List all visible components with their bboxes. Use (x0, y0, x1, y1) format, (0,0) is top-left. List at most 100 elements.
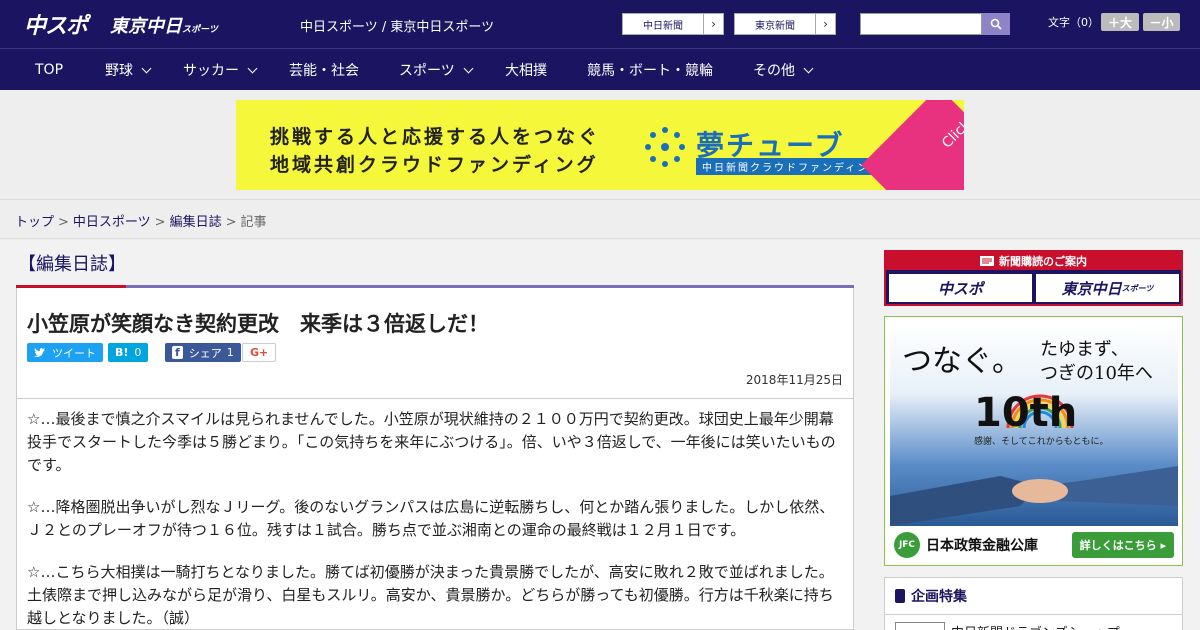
yume-tube-banner[interactable]: 挑戦する人と応援する人をつなぐ 地域共創クラウドファンディング 夢チューブ 中日… (236, 100, 964, 190)
nav-item-label: サッカー (183, 63, 239, 79)
search-input[interactable] (860, 13, 982, 35)
search-button[interactable] (982, 13, 1010, 35)
chevron-right-icon: › (703, 14, 723, 34)
subscription-box: 新聞購読のご案内 中スポ 東京中日 スポーツ (884, 250, 1183, 306)
subscription-heading: 新聞購読のご案内 (886, 252, 1181, 270)
font-smaller-button[interactable]: －小 (1143, 13, 1180, 31)
chunichi-shimbun-link-label: 中日新聞 (643, 20, 683, 32)
jfc-ad-image: つなぐ。 たゆまず、 つぎの10年へ 10th 感謝、そしてこれからもともに。 (890, 322, 1178, 526)
chuspo-logo[interactable]: 中スポ (24, 8, 88, 40)
breadcrumb-current: 記事 (240, 215, 267, 230)
section-title: 【編集日誌】 (18, 254, 126, 275)
subscribe-chuspo-link[interactable]: 中スポ (889, 274, 1032, 302)
feature-title: 企画特集 (895, 586, 967, 606)
facebook-icon: f (172, 346, 183, 359)
feature-thumbnail[interactable] (895, 622, 945, 630)
subscribe-tokyo-chunichi-small: スポーツ (1121, 283, 1154, 293)
ribbon-icon (895, 589, 905, 603)
ad-footer: JFC 日本政策金融公庫 詳しくはこちら ▸ (890, 529, 1178, 561)
twitter-icon (34, 347, 45, 357)
nav-item-sumo[interactable]: 大相撲 (505, 49, 547, 91)
main-nav: TOP 野球 サッカー 芸能・社会 スポーツ 大相撲 競馬・ボート・競輪 その他 (0, 48, 1200, 90)
nav-item-label: 大相撲 (505, 63, 547, 79)
hatena-count: 0 (134, 346, 142, 359)
breadcrumb-separator: > (58, 215, 69, 230)
feature-box: 企画特集 中日新聞ドラゴンズショップ (884, 577, 1183, 630)
article-title: 小笠原が笑顔なき契約更改 来季は３倍返しだ！ (27, 312, 489, 336)
ad-headline: つなぐ。 (902, 344, 1022, 379)
feature-item[interactable]: 中日新聞ドラゴンズショップ (951, 622, 1120, 630)
banner-line1: 挑戦する人と応援する人をつなぐ (270, 126, 601, 148)
tokyo-shimbun-link[interactable]: 東京新聞 › (734, 13, 836, 35)
breadcrumb: トップ > 中日スポーツ > 編集日誌 > 記事 (0, 201, 1200, 239)
ad-subline: たゆまず、つぎの10年へ (1040, 338, 1153, 386)
site-names: 中日スポーツ / 東京中日スポーツ (300, 20, 495, 35)
article-paragraph: ☆…最後まで慎之介スマイルは見られませんでした。小笠原が現状維持の２１００万円で… (27, 410, 836, 474)
nav-item-label: 芸能・社会 (289, 63, 359, 79)
hatena-icon: B! (115, 346, 129, 359)
ad-subline2: つぎの10年へ (1040, 363, 1153, 384)
breadcrumb-separator: > (225, 215, 237, 230)
subscription-heading-text: 新聞購読のご案内 (999, 255, 1087, 268)
banner-sub: 中日新聞クラウドファンディング (696, 158, 888, 175)
breadcrumb-separator: > (154, 215, 166, 230)
breadcrumb-editorial[interactable]: 編集日誌 (170, 215, 222, 230)
tokyo-shimbun-link-label: 東京新聞 (755, 20, 795, 32)
facebook-share-button[interactable]: f シェア 1 (165, 343, 241, 362)
nav-item-top[interactable]: TOP (35, 49, 63, 91)
chevron-down-icon (247, 63, 258, 73)
nav-item-baseball[interactable]: 野球 (105, 49, 152, 91)
nav-item-sports[interactable]: スポーツ (399, 49, 474, 91)
tweet-label: ツイート (52, 346, 96, 360)
nav-item-label: TOP (35, 62, 64, 78)
tokyo-chunichi-logo-small: スポーツ (182, 25, 218, 35)
breadcrumb-top[interactable]: トップ (15, 215, 54, 230)
site-header: 中スポ 東京中日スポーツ 中日スポーツ / 東京中日スポーツ 中日新聞 › 東京… (0, 0, 1200, 48)
tokyo-chunichi-logo-text: 東京中日 (110, 16, 182, 37)
facebook-count: 1 (226, 346, 234, 359)
subscribe-tokyo-chunichi-link[interactable]: 東京中日 スポーツ (1036, 274, 1179, 302)
banner-area: 挑戦する人と応援する人をつなぐ 地域共創クラウドファンディング 夢チューブ 中日… (0, 90, 1200, 200)
tweet-button[interactable]: ツイート (27, 343, 103, 362)
font-larger-button[interactable]: ＋大 (1101, 13, 1139, 31)
font-size-label: 文字（0） (1048, 16, 1099, 29)
ad-subline1: たゆまず、 (1040, 339, 1129, 360)
ad-company-name: 日本政策金融公庫 (926, 538, 1038, 554)
nav-item-racing[interactable]: 競馬・ボート・競輪 (587, 49, 713, 91)
banner-click-label: Click! (939, 112, 964, 152)
jfc-logo-icon: JFC (894, 532, 920, 558)
nav-item-label: スポーツ (399, 63, 455, 79)
handshake-icon (890, 466, 1178, 526)
nav-item-label: その他 (753, 63, 795, 79)
nav-item-soccer[interactable]: サッカー (183, 49, 258, 91)
chevron-down-icon (141, 63, 152, 73)
chunichi-shimbun-link[interactable]: 中日新聞 › (622, 13, 724, 35)
google-plus-button[interactable]: G+ (242, 343, 277, 362)
article-paragraph: ☆…降格圏脱出争いがし烈なＪリーグ。後のないグランパスは広島に逆転勝ちし、何とか… (27, 498, 835, 539)
article: 小笠原が笑顔なき契約更改 来季は３倍返しだ！ ツイート B! 0 f シェア 1… (16, 288, 854, 630)
nav-item-label: 競馬・ボート・競輪 (587, 63, 713, 79)
nav-item-label: 野球 (105, 63, 133, 79)
feature-divider (885, 614, 1182, 615)
search-icon (990, 18, 1002, 30)
chevron-down-icon (463, 63, 474, 73)
chevron-right-icon: › (815, 14, 835, 34)
nav-item-entertainment[interactable]: 芸能・社会 (289, 49, 359, 91)
ad-more-button[interactable]: 詳しくはこちら ▸ (1071, 532, 1174, 558)
banner-click-corner: Click! (861, 100, 964, 190)
feature-title-text: 企画特集 (911, 589, 967, 605)
breadcrumb-chuspo[interactable]: 中日スポーツ (73, 215, 151, 230)
newspaper-icon (980, 256, 994, 266)
ad-tenth: 10th (974, 390, 1078, 436)
tokyo-chunichi-logo[interactable]: 東京中日スポーツ (110, 12, 218, 38)
banner-line2: 地域共創クラウドファンディング (270, 154, 599, 176)
chevron-down-icon (803, 63, 814, 73)
subscribe-tokyo-chunichi-text: 東京中日 (1061, 279, 1122, 298)
article-paragraph: ☆…こちら大相撲は一騎打ちとなりました。勝てば初優勝が決まった貴景勝でしたが、高… (27, 563, 834, 627)
facebook-label: シェア (188, 346, 222, 360)
nav-item-other[interactable]: その他 (753, 49, 814, 91)
jfc-ad[interactable]: つなぐ。 たゆまず、 つぎの10年へ 10th 感謝、そしてこれからもともに。 J… (884, 316, 1183, 566)
hatena-bookmark-button[interactable]: B! 0 (108, 343, 149, 362)
article-divider (17, 398, 853, 399)
dots-logo-icon (645, 127, 685, 167)
